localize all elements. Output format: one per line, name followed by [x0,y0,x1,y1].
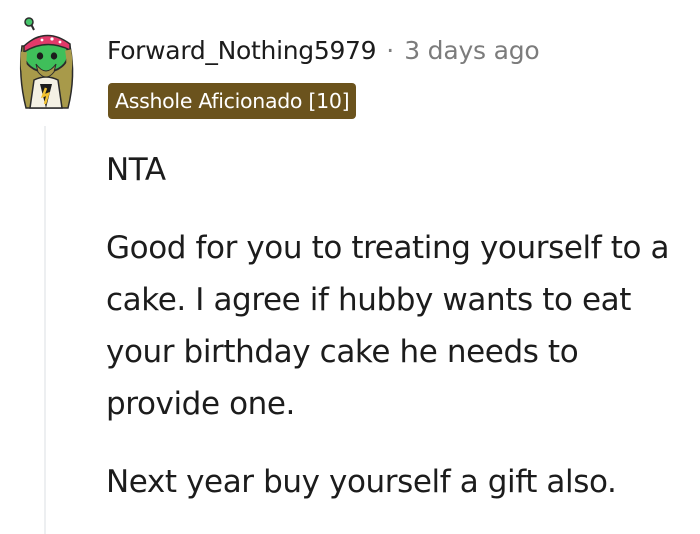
comment: Forward_Nothing5979 · 3 days ago Asshole… [0,0,700,534]
snoo-avatar-icon [19,17,74,109]
comment-paragraph: Good for you to treating yourself to a c… [106,230,670,422]
username-link[interactable]: Forward_Nothing5979 [107,36,377,65]
comment-paragraph: NTA [106,152,166,188]
comment-body: NTA Good for you to treating yourself to… [106,144,700,508]
comment-header: Forward_Nothing5979 · 3 days ago [107,30,540,70]
user-flair: Asshole Aficionado [10] [108,83,357,119]
meta-separator: · [386,35,395,65]
comment-paragraph: Next year buy yourself a gift also. [106,464,617,500]
timestamp-link[interactable]: 3 days ago [404,36,539,65]
avatar[interactable] [12,16,80,112]
thread-line[interactable] [44,126,46,534]
